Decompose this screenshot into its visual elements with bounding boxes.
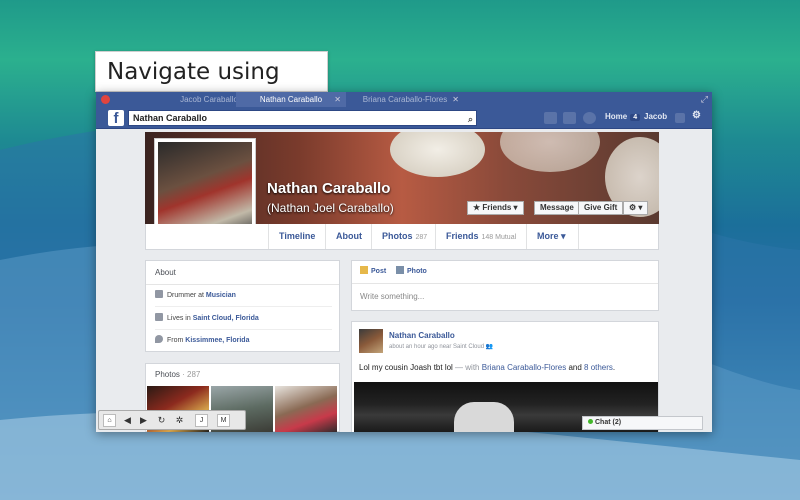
- tab-label: Briana Caraballo-Flores: [362, 95, 448, 104]
- briefcase-icon: [155, 290, 163, 298]
- about-box: About Drummer at Musician Lives in Saint…: [145, 260, 340, 352]
- callout-label: Navigate using tabs!: [95, 51, 328, 126]
- message-button[interactable]: Message: [534, 201, 580, 215]
- about-from-prefix: From: [167, 337, 186, 344]
- tab-timeline[interactable]: Timeline: [268, 224, 326, 249]
- photo-tab-label: Photo: [407, 268, 427, 275]
- back-icon[interactable]: ◀: [121, 414, 134, 427]
- home-icon: [155, 313, 163, 321]
- tab-label: Friends: [446, 231, 479, 241]
- j-button[interactable]: J: [195, 414, 208, 427]
- location-pin-icon: [155, 335, 163, 343]
- tab-nathan-caraballo[interactable]: Nathan Caraballo ✕: [236, 92, 346, 107]
- privacy-icon[interactable]: [675, 113, 685, 123]
- avatar[interactable]: [359, 329, 383, 353]
- profile-full-name: (Nathan Joel Caraballo): [267, 201, 394, 215]
- profile-settings-button[interactable]: ⚙ ▾: [623, 201, 649, 215]
- photo-icon: [396, 266, 404, 274]
- tab-label: Timeline: [279, 231, 316, 241]
- tab-close-icon[interactable]: ✕: [334, 92, 341, 107]
- tab-label: About: [336, 231, 362, 241]
- tab-photos[interactable]: Photos 287: [372, 224, 436, 249]
- photos-title: Photos · 287: [146, 364, 339, 385]
- forward-icon[interactable]: ▶: [137, 414, 150, 427]
- post-and: and: [566, 363, 585, 372]
- navigation-toolbar: ⌂ ◀ ▶ ↻ ✲ J M: [98, 410, 246, 430]
- post-meta-text: about an hour ago near Saint Cloud: [389, 344, 485, 350]
- post-icon: [360, 266, 368, 274]
- facebook-logo[interactable]: f: [108, 110, 124, 127]
- messages-icon[interactable]: [563, 112, 576, 124]
- tab-briana-caraballo-flores[interactable]: Briana Caraballo-Flores ✕: [346, 92, 464, 107]
- home-label: Home: [605, 112, 628, 121]
- drum-graphic: [390, 132, 485, 177]
- tab-more[interactable]: More ▾: [527, 224, 579, 249]
- post-body: Lol my cousin Joash tbt lol: [359, 363, 453, 372]
- friends-button[interactable]: ★ Friends ▾: [467, 201, 524, 215]
- post-with: — with: [452, 363, 482, 372]
- gear-icon[interactable]: ✲: [173, 414, 186, 427]
- post-composer: Post Photo Write something...: [351, 260, 659, 311]
- home-link[interactable]: Home 4: [605, 112, 641, 121]
- search-input[interactable]: Nathan Caraballo ⌕: [128, 110, 477, 126]
- settings-gear-icon[interactable]: ⚙: [692, 110, 701, 121]
- about-from-row: From Kissimmee, Florida: [155, 330, 332, 352]
- photos-count: · 287: [182, 370, 201, 379]
- tab-close-icon[interactable]: ✕: [452, 92, 459, 107]
- home-icon[interactable]: ⌂: [103, 414, 116, 427]
- app-window: Jacob Caraballo Nathan Caraballo ✕ Briana…: [96, 92, 712, 432]
- user-link[interactable]: Jacob: [644, 112, 667, 121]
- about-lives-prefix: Lives in: [167, 315, 193, 322]
- tab-count: 287: [415, 234, 428, 241]
- home-count-badge: 4: [630, 114, 641, 121]
- profile-name: Nathan Caraballo: [267, 180, 391, 197]
- tab-count: 148 Mutual: [481, 234, 517, 241]
- post-tab-label: Post: [371, 268, 387, 275]
- tab-about[interactable]: About: [326, 224, 372, 249]
- about-from-link[interactable]: Kissimmee, Florida: [185, 337, 249, 344]
- post-end: .: [612, 363, 616, 372]
- profile-tabs: Timeline About Photos 287 Friends 148 Mutu…: [145, 224, 659, 250]
- about-lives-link[interactable]: Saint Cloud, Florida: [193, 315, 259, 322]
- chat-label: Chat (2): [595, 419, 622, 426]
- about-lives-row: Lives in Saint Cloud, Florida: [155, 308, 332, 330]
- tab-friends[interactable]: Friends 148 Mutual: [436, 224, 527, 249]
- facebook-top-bar: f Nathan Caraballo ⌕ Home 4 Jacob ⚙: [96, 107, 712, 129]
- friend-requests-icon[interactable]: [544, 112, 557, 124]
- post-tag-link[interactable]: Briana Caraballo-Flores: [482, 363, 566, 372]
- title-bar: Jacob Caraballo Nathan Caraballo ✕ Briana…: [96, 92, 712, 107]
- tab-label: Jacob Caraballo: [180, 95, 238, 104]
- about-work-prefix: Drummer at: [167, 292, 206, 299]
- photos-title-label: Photos: [155, 370, 180, 379]
- post-text: Lol my cousin Joash tbt lol — with Brian…: [359, 363, 615, 372]
- search-icon[interactable]: ⌕: [468, 112, 473, 126]
- online-dot-icon: [588, 419, 593, 424]
- write-something-input[interactable]: Write something...: [352, 283, 658, 311]
- drum-graphic: [500, 132, 600, 172]
- post-others-link[interactable]: 8 others: [584, 363, 613, 372]
- notifications-globe-icon[interactable]: [583, 112, 596, 124]
- post-tab[interactable]: Post: [360, 266, 386, 275]
- chat-bar[interactable]: Chat (2): [582, 416, 703, 430]
- about-work-row: Drummer at Musician: [155, 285, 332, 307]
- reload-icon[interactable]: ↻: [155, 414, 168, 427]
- expand-icon[interactable]: ⤢: [701, 94, 708, 105]
- post-meta: about an hour ago near Saint Cloud 👥: [389, 343, 493, 350]
- photo-tab[interactable]: Photo: [396, 266, 427, 275]
- give-gift-button[interactable]: Give Gift: [578, 201, 624, 215]
- tab-label: More ▾: [537, 231, 566, 241]
- photo-thumbnail[interactable]: [275, 386, 337, 432]
- search-value: Nathan Caraballo: [133, 113, 208, 123]
- post-author[interactable]: Nathan Caraballo: [389, 331, 455, 340]
- tab-label: Photos: [382, 231, 413, 241]
- friends-audience-icon[interactable]: 👥: [486, 344, 493, 350]
- m-button[interactable]: M: [217, 414, 230, 427]
- about-title: About: [146, 261, 339, 285]
- close-window-icon[interactable]: [101, 95, 110, 104]
- about-work-link[interactable]: Musician: [206, 292, 236, 299]
- tab-label: Nathan Caraballo: [259, 95, 323, 104]
